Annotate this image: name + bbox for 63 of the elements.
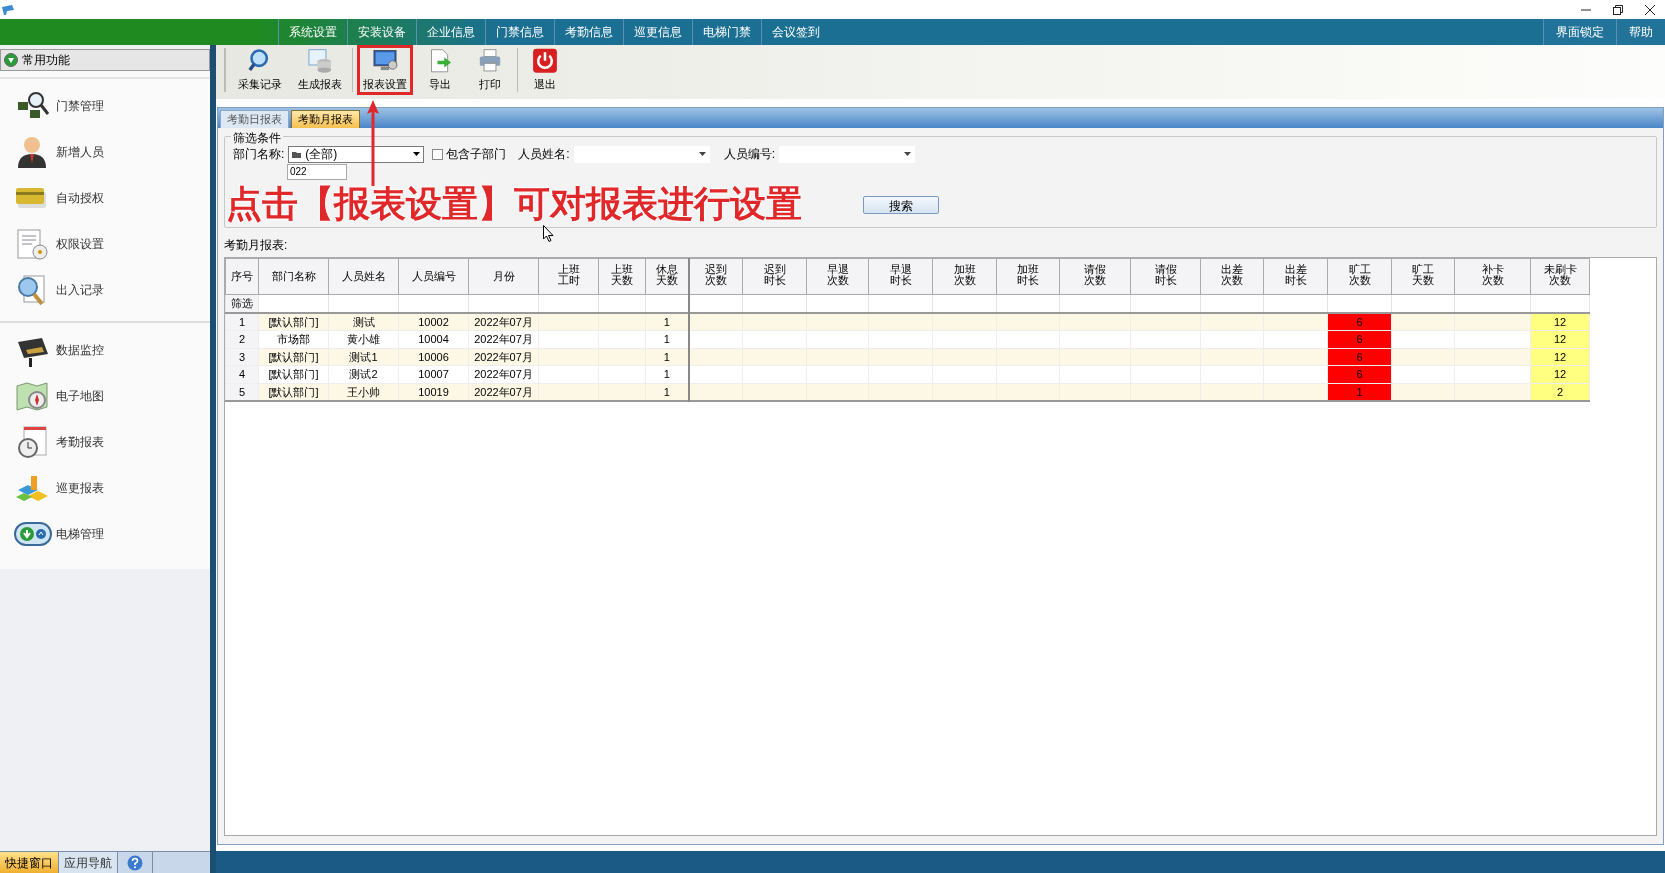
toolbar-button[interactable]: 采集记录: [232, 45, 288, 95]
field-label: 部门名称:: [233, 146, 285, 163]
checkbox-label: 包含子部门: [446, 146, 507, 163]
dropdown-arrow-icon: [904, 152, 912, 156]
toolbar-button[interactable]: 报表设置: [357, 45, 413, 95]
bottom-tab[interactable]: 快捷窗口: [0, 852, 59, 873]
sidebar-item[interactable]: 自动授权: [56, 189, 104, 207]
panel-header: 常用功能: [22, 52, 70, 69]
sidebar-item[interactable]: 权限设置: [56, 235, 104, 253]
table-cell: 12: [1530, 312, 1590, 331]
table-cell: 黄小雄: [328, 330, 399, 348]
table-cell: 10004: [398, 330, 469, 348]
table-cell: 市场部: [258, 330, 329, 348]
folder-icon: [292, 150, 302, 158]
toolbar-button[interactable]: 退出: [522, 45, 568, 95]
table-cell: [默认部门]: [258, 348, 329, 366]
column-header[interactable]: 月份: [492, 271, 515, 283]
bottom-tab[interactable]: 应用导航: [59, 852, 118, 873]
sidebar-item[interactable]: 门禁管理: [56, 97, 104, 115]
tab[interactable]: 考勤日报表: [220, 110, 289, 128]
dropdown-arrow-icon: [413, 152, 421, 156]
close-icon[interactable]: [1645, 4, 1655, 15]
department-dropdown[interactable]: (全部): [288, 145, 425, 163]
table-cell: 1: [225, 312, 259, 331]
sidebar-item[interactable]: 巡更报表: [56, 479, 104, 497]
toolbar-button[interactable]: 导出: [417, 45, 463, 95]
group-title: 筛选条件: [231, 129, 283, 147]
checkbox[interactable]: [432, 148, 444, 160]
collapse-icon[interactable]: [4, 53, 18, 67]
table-cell: 6: [1327, 312, 1392, 331]
table-cell: 2022年07月: [468, 348, 539, 366]
annotation-caption: 点击【报表设置】可对报表进行设置: [226, 184, 802, 224]
tab[interactable]: 考勤月报表: [291, 110, 360, 128]
sidebar-item[interactable]: 数据监控: [56, 341, 104, 359]
field-label: 人员姓名:: [518, 146, 570, 163]
toolbar-button[interactable]: 打印: [467, 45, 513, 95]
table-cell: 2022年07月: [468, 365, 539, 383]
table-cell: 测试2: [328, 365, 399, 383]
table-cell: 2022年07月: [468, 330, 539, 348]
app-icon: [2, 4, 14, 15]
menu-item[interactable]: 界面锁定: [1543, 19, 1616, 45]
help-icon[interactable]: [127, 854, 143, 871]
table-cell: 测试1: [328, 348, 399, 366]
restore-icon[interactable]: [1613, 4, 1623, 15]
power-icon: [530, 48, 560, 74]
sidebar-item[interactable]: 考勤报表: [56, 433, 104, 451]
menu-item[interactable]: 帮助: [1616, 19, 1665, 45]
table-cell: 10007: [398, 365, 469, 383]
date-field[interactable]: 022: [287, 164, 347, 180]
search-button[interactable]: 搜索: [863, 196, 939, 214]
column-header[interactable]: 请假次数: [1084, 264, 1106, 287]
mouse-cursor-icon: [543, 225, 554, 242]
sidebar-item[interactable]: 电子地图: [56, 387, 104, 405]
dropdown-arrow-icon: [698, 152, 706, 156]
toolbar-button[interactable]: 生成报表: [292, 45, 348, 95]
field-label: 人员编号:: [723, 146, 776, 163]
table-title: 考勤月报表:: [224, 237, 289, 254]
sidebar-item[interactable]: 出入记录: [56, 281, 104, 299]
table-cell: 10006: [398, 348, 469, 366]
column-header[interactable]: 补卡次数: [1481, 264, 1504, 287]
sidebar-item[interactable]: 新增人员: [56, 143, 104, 161]
table-cell: [默认部门]: [258, 365, 329, 383]
sidebar-item[interactable]: 电梯管理: [56, 525, 104, 543]
